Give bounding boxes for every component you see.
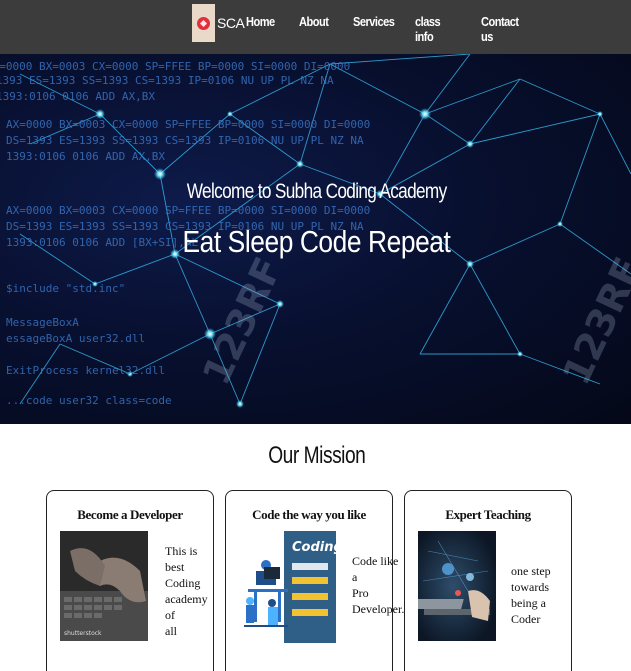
mission-card-developer: Become a Developer shutterstock This is …: [46, 490, 214, 671]
card-text: This is best Coding academy of all: [165, 544, 208, 638]
code-line: AX=0000 BX=0003 CX=0000 SP=FFEE BP=0000 …: [0, 60, 351, 73]
coding-developers-image: Coding: [242, 531, 336, 643]
code-line: $include "std.inc": [6, 282, 126, 295]
nav-link-home[interactable]: Home: [246, 14, 275, 44]
mission-title: Our Mission: [268, 442, 366, 469]
expert-teaching-image: [418, 531, 496, 641]
nav-link-contact-us[interactable]: Contact us: [481, 14, 532, 44]
hero-subtitle: Welcome to Subha Coding Academy: [186, 180, 447, 203]
card-title: Become a Developer: [77, 507, 183, 522]
code-line: ExitProcess kernel32.dll: [6, 364, 165, 377]
card-text: Code like a Pro Developer.: [352, 554, 405, 616]
code-line: MessageBoxA: [6, 316, 79, 329]
nav-link-services[interactable]: Services: [353, 14, 395, 44]
nav-link-about[interactable]: About: [299, 14, 329, 44]
code-line: DS=1393 ES=1393 SS=1393 CS=1393 IP=0106 …: [6, 134, 364, 147]
code-line: AX=0000 BX=0003 CX=0000 SP=FFEE BP=0000 …: [6, 204, 371, 217]
developer-hands-image: shutterstock: [60, 531, 148, 641]
card-title: Code the way you like: [252, 507, 366, 522]
sca-logo-icon[interactable]: [192, 4, 215, 42]
brand[interactable]: SCA: [192, 4, 245, 42]
nav-link-class-info[interactable]: class info: [415, 14, 454, 44]
svg-text:shutterstock: shutterstock: [64, 630, 102, 637]
navbar: SCA Home About Services class info Conta…: [0, 0, 631, 54]
card-title: Expert Teaching: [445, 507, 531, 522]
hero-title: Eat Sleep Code Repeat: [182, 224, 451, 259]
code-line: 1393:0106 0106 ADD AX,BX: [0, 90, 155, 103]
brand-text[interactable]: SCA: [217, 15, 245, 31]
code-line: ...code user32 class=code: [6, 394, 172, 407]
mission-card-teaching: Expert Teaching one step towards being a…: [404, 490, 572, 671]
code-line: AX=0000 BX=0003 CX=0000 SP=FFEE BP=0000 …: [6, 118, 371, 131]
card-text: one step towards being a Coder: [511, 564, 551, 626]
mission-card-code: Code the way you like Coding Code like a…: [225, 490, 404, 671]
code-line: 1393:0106 0106 ADD AX,BX: [6, 150, 165, 163]
code-line: essageBoxA user32.dll: [6, 332, 146, 345]
nav-links: Home About Services class info Contact u…: [246, 14, 561, 44]
hero-banner: AX=0000 BX=0003 CX=0000 SP=FFEE BP=0000 …: [0, 54, 631, 424]
code-line: DS=1393 ES=1393 SS=1393 CS=1393 IP=0106 …: [0, 74, 334, 87]
svg-text:Coding: Coding: [292, 540, 336, 555]
